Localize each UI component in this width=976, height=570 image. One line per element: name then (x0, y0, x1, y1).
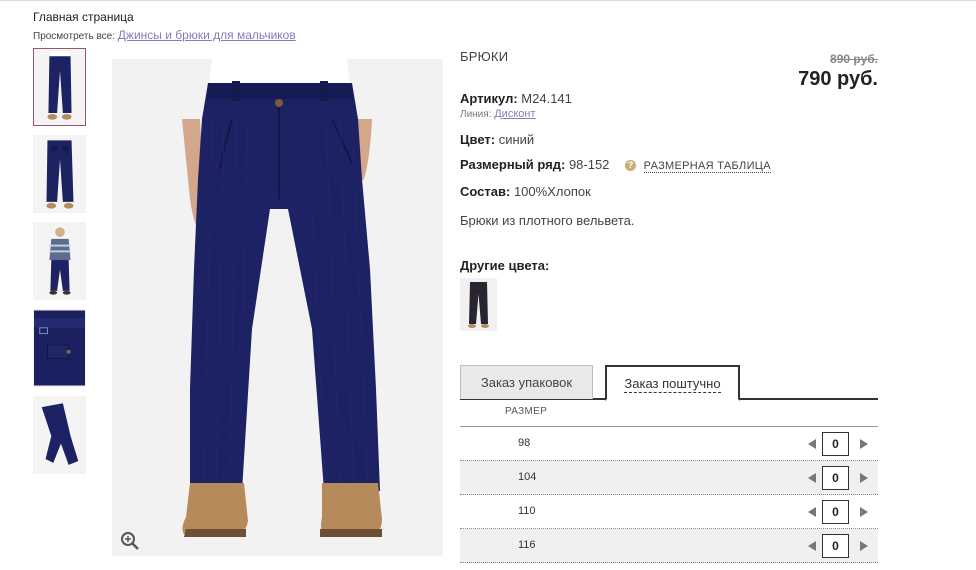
decrement-arrow-icon[interactable] (808, 541, 816, 551)
thumbnail-full-look[interactable] (33, 222, 86, 300)
product-description: Брюки из плотного вельвета. (460, 213, 635, 228)
color-label: Цвет: (460, 132, 496, 147)
line-label: Линия: (460, 109, 492, 120)
decrement-arrow-icon[interactable] (808, 507, 816, 517)
color-row: Цвет: синий (460, 132, 534, 147)
row-size: 104 (518, 471, 537, 483)
current-price: 790 руб. (798, 68, 878, 90)
breadcrumb[interactable]: Главная страница (33, 10, 134, 24)
size-column-header: РАЗМЕР (505, 406, 548, 417)
top-divider (0, 0, 976, 1)
other-color-swatch[interactable] (460, 278, 497, 331)
quantity-input[interactable] (822, 466, 849, 490)
size-table-link[interactable]: РАЗМЕРНАЯ ТАБЛИЦА (643, 160, 771, 173)
quantity-input[interactable] (822, 500, 849, 524)
size-quantity-table: РАЗМЕР 98 104 110 116 (460, 400, 878, 563)
old-price: 890 руб. (830, 52, 878, 66)
composition-label: Состав: (460, 184, 511, 199)
thumbnail-front[interactable] (33, 48, 86, 126)
size-range-row: Размерный ряд: 98-152 ? РАЗМЕРНАЯ ТАБЛИЦ… (460, 157, 771, 173)
tab-order-single[interactable]: Заказ поштучно (605, 365, 740, 401)
quantity-input[interactable] (822, 534, 849, 558)
quantity-stepper (808, 465, 868, 491)
increment-arrow-icon[interactable] (860, 439, 868, 449)
view-all-label: Просмотреть все: (33, 31, 116, 42)
table-row: 98 (460, 427, 878, 461)
view-all-row: Просмотреть все: Джинсы и брюки для маль… (33, 28, 296, 42)
composition-row: Состав: 100%Хлопок (460, 184, 591, 199)
article-row: Артикул: M24.141 (460, 91, 572, 106)
color-value: синий (498, 132, 535, 147)
thumbnail-detail-pocket[interactable] (33, 309, 86, 387)
other-colors-title: Другие цвета: (460, 258, 550, 273)
table-row: 110 (460, 495, 878, 529)
increment-arrow-icon[interactable] (860, 507, 868, 517)
tab-order-single-label: Заказ поштучно (624, 376, 721, 393)
tab-order-packs[interactable]: Заказ упаковок (460, 365, 593, 399)
zoom-icon[interactable] (120, 531, 140, 551)
product-category: БРЮКИ (460, 49, 509, 64)
decrement-arrow-icon[interactable] (808, 439, 816, 449)
order-tabs: Заказ упаковок Заказ поштучно (460, 365, 878, 401)
row-size: 116 (518, 539, 536, 551)
row-size: 110 (518, 505, 536, 517)
thumbnail-back[interactable] (33, 135, 86, 213)
increment-arrow-icon[interactable] (860, 473, 868, 483)
help-icon[interactable]: ? (625, 160, 637, 171)
table-header: РАЗМЕР (460, 400, 878, 427)
thumbnail-folded[interactable] (33, 396, 86, 474)
article-label: Артикул: (460, 91, 518, 106)
product-main-image[interactable] (112, 59, 443, 556)
quantity-stepper (808, 533, 868, 559)
table-row: 116 (460, 529, 878, 563)
composition-value: 100%Хлопок (513, 184, 591, 199)
thumbnail-list (33, 48, 87, 483)
row-size: 98 (518, 437, 531, 449)
increment-arrow-icon[interactable] (860, 541, 868, 551)
decrement-arrow-icon[interactable] (808, 473, 816, 483)
tab-order-packs-label: Заказ упаковок (480, 375, 573, 390)
quantity-input[interactable] (822, 432, 849, 456)
breadcrumb-home[interactable]: Главная страница (33, 10, 134, 24)
size-range-value: 98-152 (568, 157, 610, 172)
quantity-stepper (808, 499, 868, 525)
quantity-stepper (808, 431, 868, 457)
view-all-category-link[interactable]: Джинсы и брюки для мальчиков (118, 28, 296, 42)
line-link[interactable]: Дисконт (494, 108, 535, 120)
article-value: M24.141 (521, 91, 572, 106)
line-row: Линия: Дисконт (460, 108, 536, 120)
size-range-label: Размерный ряд: (460, 157, 566, 172)
table-row: 104 (460, 461, 878, 495)
